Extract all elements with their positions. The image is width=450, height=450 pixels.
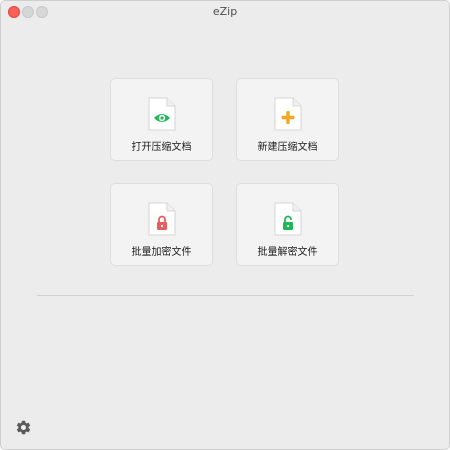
window-title: eZip	[212, 5, 238, 18]
lock-open-icon	[274, 202, 302, 236]
batch-decrypt-button[interactable]: 批量解密文件	[236, 183, 339, 266]
title-bar[interactable]: eZip	[1, 1, 449, 23]
eye-icon	[148, 97, 176, 131]
batch-decrypt-label: 批量解密文件	[257, 247, 318, 258]
plus-icon	[274, 97, 302, 131]
new-archive-label: 新建压缩文档	[257, 142, 318, 153]
batch-encrypt-label: 批量加密文件	[131, 247, 192, 258]
lock-closed-icon	[148, 202, 176, 236]
gear-icon[interactable]	[15, 419, 32, 436]
new-archive-button[interactable]: 新建压缩文档	[236, 78, 339, 161]
batch-encrypt-button[interactable]: 批量加密文件	[110, 183, 213, 266]
open-archive-label: 打开压缩文档	[131, 142, 192, 153]
open-archive-button[interactable]: 打开压缩文档	[110, 78, 213, 161]
section-divider	[37, 295, 414, 296]
app-window: eZip 打开压缩文档 新建压缩文档 批量加密文件 批量解密文件	[0, 0, 450, 450]
